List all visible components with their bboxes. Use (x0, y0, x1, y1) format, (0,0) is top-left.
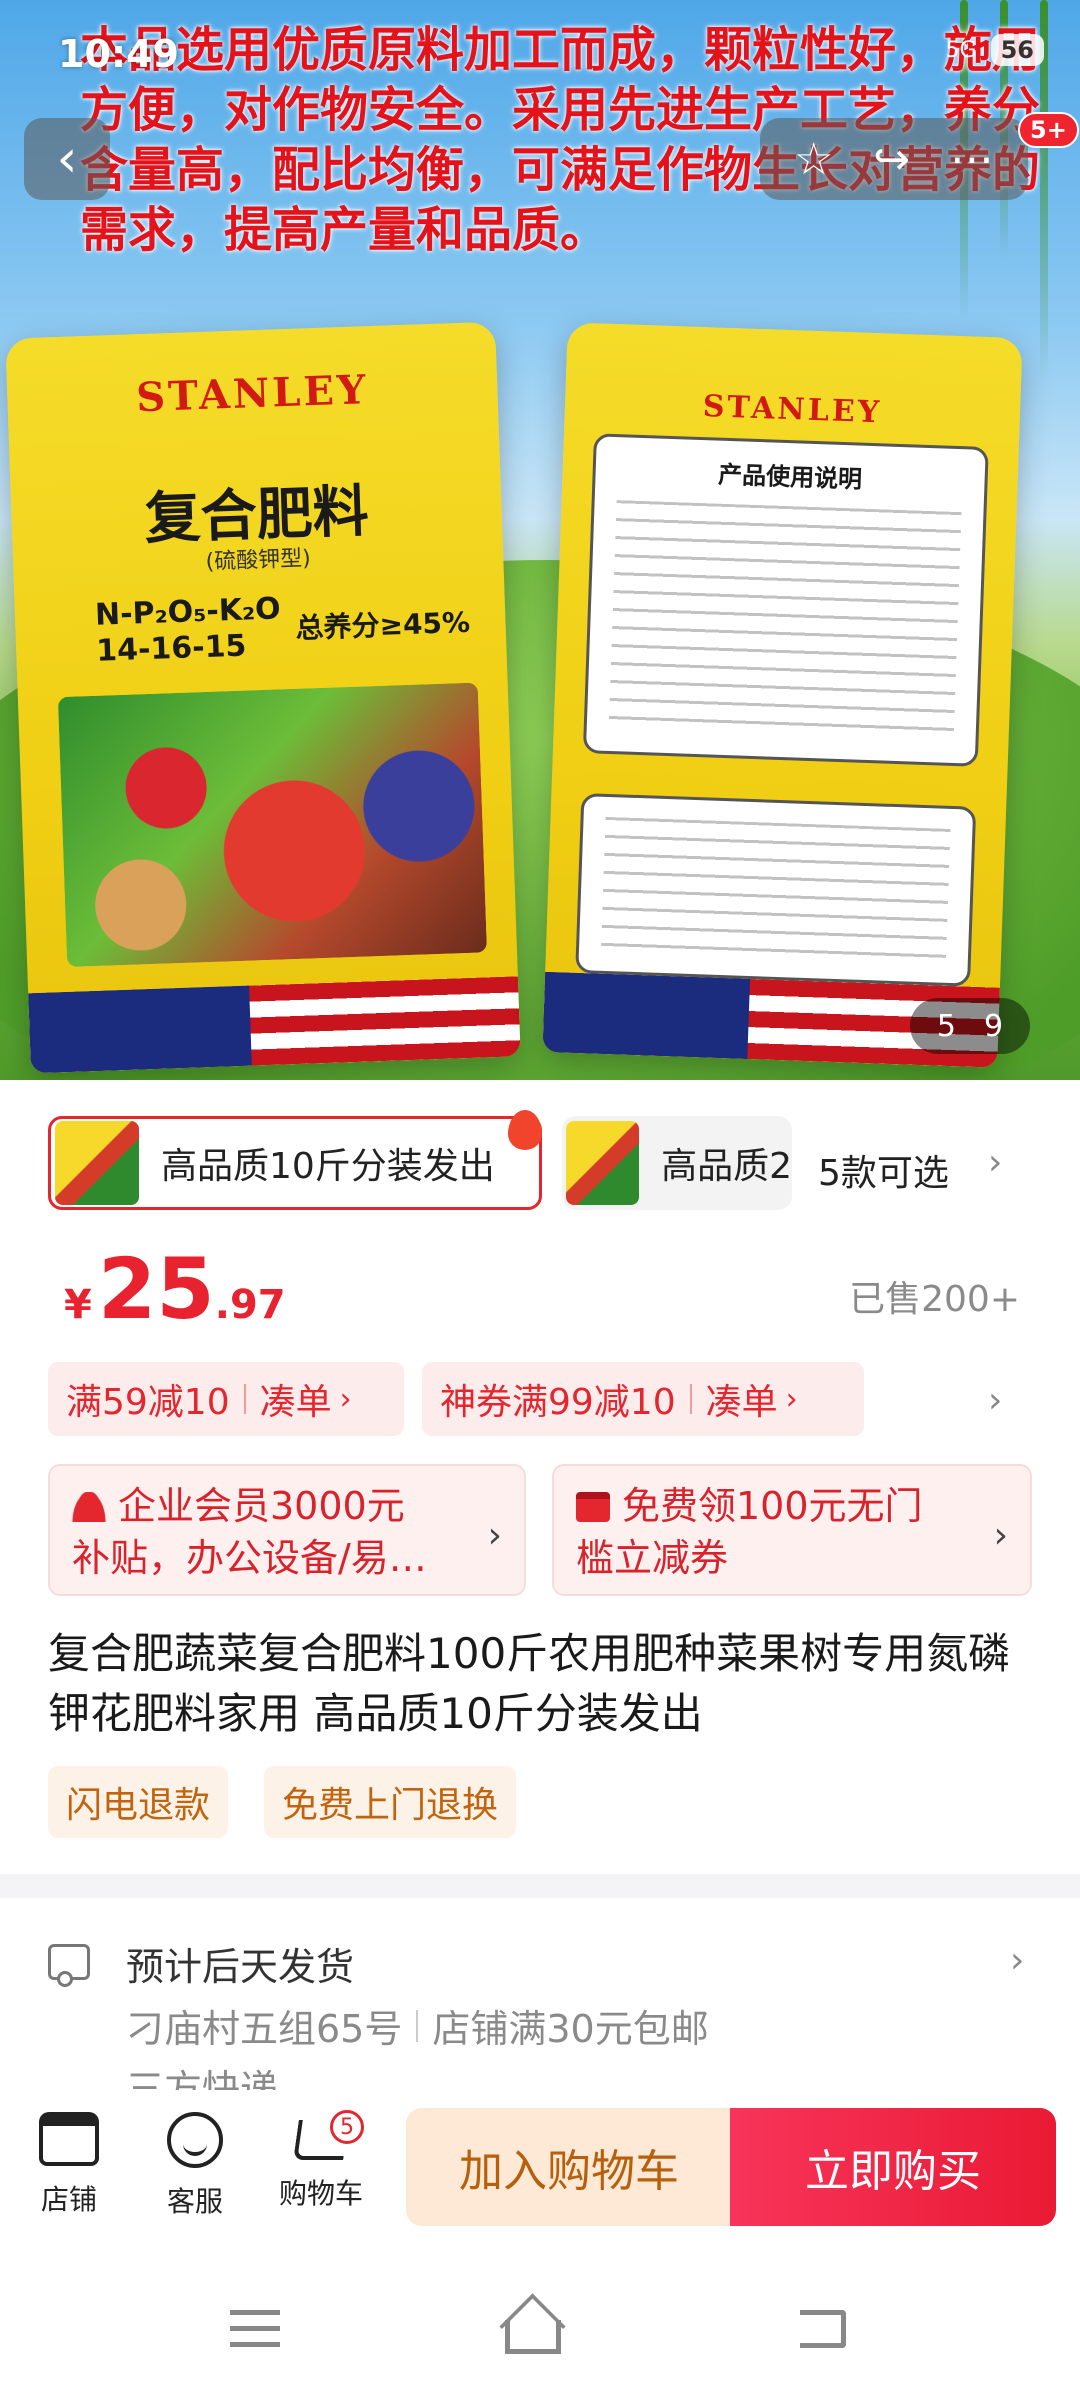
system-navigation-bar (0, 2250, 1080, 2400)
panel-title: 产品使用说明 (717, 460, 863, 494)
price-integer: 25 (97, 1240, 215, 1338)
variant-thumbnail (566, 1121, 640, 1205)
add-to-cart-button[interactable]: 加入购物车 (406, 2108, 732, 2226)
chevron-right-icon: › (487, 1515, 502, 1556)
cart-count-badge: 5 (330, 2110, 364, 2144)
chevron-right-icon[interactable]: › (988, 1142, 1002, 1183)
star-icon[interactable]: ☆ (794, 134, 833, 185)
image-total: 9 (984, 1008, 1004, 1044)
network-type: 5G (945, 37, 977, 63)
price-currency: ¥ (64, 1282, 92, 1328)
promo-line1: 企业会员3000元 (118, 1484, 405, 1528)
promo-card[interactable]: 免费领100元无门 槛立减券 › (552, 1464, 1032, 1596)
promo-line2: 补贴，办公设备/易… (72, 1536, 427, 1580)
fertilizer-bag-front: STANLEY 复合肥料 (硫酸钾型) N-P₂O₅-K₂O 14-16-15 … (5, 321, 521, 1074)
back-button[interactable]: ‹ (24, 118, 110, 200)
variant-option-selected[interactable]: 高品质10斤分装发出 (48, 1116, 542, 1210)
shop-label: 店铺 (40, 2183, 97, 2216)
cart-label: 购物车 (278, 2177, 363, 2210)
shipping-address: 刁庙村五组65号 (126, 2007, 403, 2051)
smiley-chat-icon (167, 2112, 223, 2168)
image-counter: 5 9 (910, 998, 1030, 1054)
sold-count: 已售200+ (849, 1279, 1020, 1320)
coupon-text: 神券满99减10 (440, 1382, 676, 1423)
header-actions: ☆ ↪ ⋯ (760, 118, 1028, 200)
notification-badge: 5+ (1018, 112, 1079, 148)
shipping-estimate[interactable]: 预计后天发货 (126, 1936, 354, 1991)
coupon-text: 满59减10 (66, 1382, 230, 1423)
chevron-left-icon: ‹ (56, 129, 78, 189)
home-icon[interactable] (505, 2320, 561, 2354)
flag-stripes (28, 976, 521, 1074)
battery-level: 56 (990, 34, 1044, 66)
fruit-vegetable-photo (57, 682, 488, 967)
fertilizer-bag-back: STANLEY 产品使用说明 (542, 322, 1023, 1068)
variant-thumbnail (55, 1121, 139, 1205)
service-label: 客服 (166, 2185, 223, 2218)
free-shipping-info: 店铺满30元包邮 (432, 2007, 709, 2051)
service-tag[interactable]: 闪电退款 (48, 1766, 229, 1838)
status-icons: 5G 56 (946, 34, 1044, 66)
chevron-right-icon[interactable]: › (988, 1380, 1002, 1421)
panel-text-lines (601, 816, 951, 959)
price-decimal: .97 (214, 1282, 286, 1328)
usage-instructions-panel: 产品使用说明 (582, 433, 989, 767)
variant-label: 高品质10斤分装发出 (161, 1146, 495, 1187)
section-divider (0, 1874, 1080, 1898)
shipping-address-row[interactable]: 刁庙村五组65号 店铺满30元包邮 (126, 1998, 709, 2053)
product-title: 复合肥蔬菜复合肥料100斤农用肥种菜果树专用氮磷钾花肥料家用 高品质10斤分装发… (48, 1629, 1011, 1738)
courier-info: 三方快递 (126, 2067, 279, 2092)
chevron-right-icon[interactable]: › (1010, 1940, 1024, 1981)
price: ¥ 25 .97 (64, 1240, 286, 1338)
bag-brand: STANLEY (135, 366, 370, 422)
promo-card[interactable]: 企业会员3000元 补贴，办公设备/易… › (48, 1464, 526, 1596)
buy-now-button[interactable]: 立即购买 (730, 2108, 1056, 2226)
chevron-right-icon: › (339, 1381, 352, 1417)
coupon-action: 凑单 (259, 1382, 332, 1423)
shop-button[interactable]: 店铺 (14, 2112, 124, 2218)
variant-option[interactable]: 高品质2 (562, 1116, 792, 1210)
coupon-chip[interactable]: 神券满99减10 凑单 › (422, 1362, 864, 1436)
bag-formula: N-P₂O₅-K₂O 14-16-15 (94, 591, 282, 669)
coupon-action: 凑单 (705, 1382, 778, 1423)
panel-text-lines (608, 500, 962, 742)
service-tag[interactable]: 免费上门退换 (264, 1766, 517, 1838)
promo-line2: 槛立减券 (576, 1536, 729, 1580)
customer-service-button[interactable]: 客服 (140, 2112, 250, 2220)
variant-label: 高品质2 (661, 1146, 792, 1187)
more-icon[interactable]: ⋯ (950, 134, 994, 185)
menu-icon[interactable] (230, 2310, 280, 2348)
divider (689, 1384, 692, 1414)
promo-line1: 免费领100元无门 (622, 1484, 923, 1528)
user-icon (72, 1492, 106, 1522)
bag-brand: STANLEY (702, 389, 883, 431)
bag-total-nutrients: 总养分≥45% (295, 605, 471, 645)
status-bar: 10:49 5G 56 (0, 0, 1080, 100)
status-time: 10:49 (58, 32, 179, 76)
share-icon[interactable]: ↪ (873, 134, 910, 185)
coupon-chip[interactable]: 满59减10 凑单 › (48, 1362, 404, 1436)
hot-flame-icon (508, 1110, 542, 1150)
variant-selector: 高品质10斤分装发出 高品质2 5款可选 › (0, 1110, 1080, 1220)
truck-icon (48, 1944, 90, 1987)
back-icon[interactable] (800, 2310, 846, 2348)
chevron-right-icon: › (785, 1381, 798, 1417)
image-index: 5 (936, 1008, 956, 1044)
chevron-right-icon: › (993, 1515, 1008, 1556)
coupon-card-icon (576, 1492, 610, 1522)
store-icon (39, 2112, 99, 2166)
divider (416, 2009, 419, 2042)
divider (243, 1384, 246, 1414)
manufacturer-info-panel (575, 793, 977, 987)
variant-count-link[interactable]: 5款可选 (818, 1144, 949, 1196)
bottom-action-bar: 店铺 客服 购物车 5 加入购物车 立即购买 (0, 2090, 1080, 2250)
